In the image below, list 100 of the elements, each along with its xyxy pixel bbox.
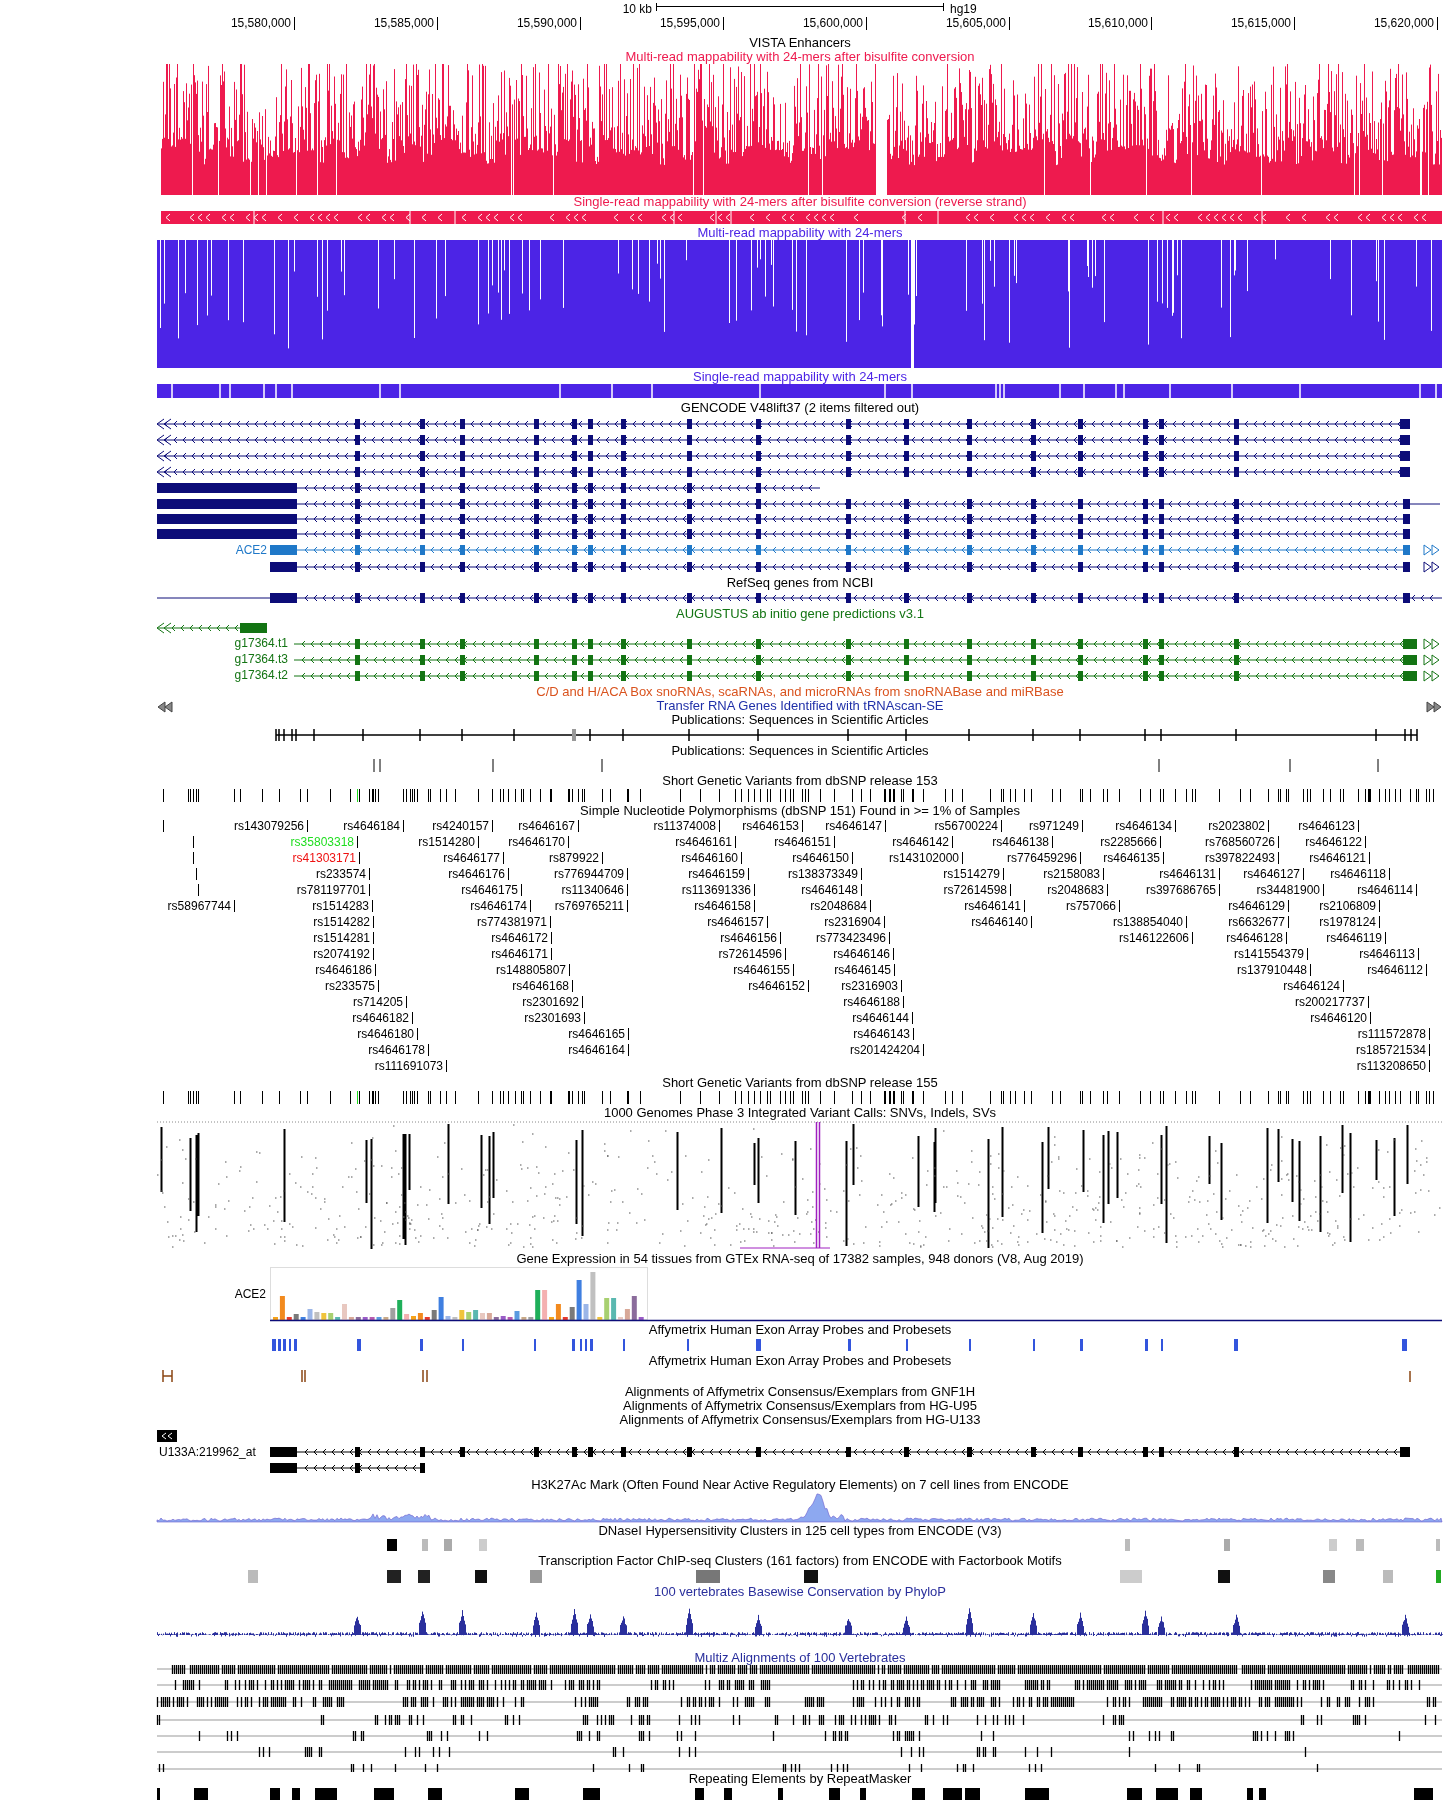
- snp-label: rs776459296: [1006, 852, 1081, 864]
- snp-label: rs4646159: [688, 868, 749, 880]
- track-title: Short Genetic Variants from dbSNP release 155: [662, 1076, 938, 1090]
- snp-label: rs138373349: [787, 868, 862, 880]
- track-title: 100 vertebrates Basewise Conservation by PhyloP: [654, 1585, 946, 1599]
- snp-label: rs4646186: [315, 964, 376, 976]
- snp-label: rs2023802: [1208, 820, 1269, 832]
- snp-label: rs4646161: [675, 836, 736, 848]
- snp-label: rs4646164: [568, 1044, 629, 1056]
- snp-label: rs4646143: [853, 1028, 914, 1040]
- snp-label: rs2285666: [1100, 836, 1161, 848]
- track-title: RefSeq genes from NCBI: [726, 576, 874, 590]
- snp-label: rs397686765: [1145, 884, 1220, 896]
- snp-label: rs4646168: [512, 980, 573, 992]
- snp-label: rs4646114: [1357, 884, 1417, 896]
- snp-label: rs4646170: [508, 836, 569, 848]
- probe-label: U133A:219962_at: [159, 1446, 256, 1459]
- snp-label: rs4646127: [1243, 868, 1304, 880]
- snp-label: rs4646153: [742, 820, 803, 832]
- snp-label: rs11340646: [561, 884, 628, 896]
- snp-label: rs233574: [315, 868, 370, 880]
- snp-label: rs111572878: [1357, 1028, 1430, 1040]
- snp-label: rs143102000: [888, 852, 963, 864]
- snp-label: rs4646156: [720, 932, 781, 944]
- snp-label: rs4646124: [1283, 980, 1344, 992]
- snp-label: rs4646158: [694, 900, 755, 912]
- snp-label: rs773423496: [815, 932, 890, 944]
- snp-label: rs714205: [352, 996, 407, 1008]
- snp-label: rs879922: [548, 852, 603, 864]
- snp-label: rs1514279: [943, 868, 1004, 880]
- snp-label: rs4646172: [491, 932, 552, 944]
- snp-label: rs4646131: [1159, 868, 1220, 880]
- snp-label: rs41303171: [292, 852, 360, 864]
- snp-label: rs4646167: [518, 820, 579, 832]
- snp-tick-mark: [193, 852, 194, 864]
- snp-label: rs2048684: [810, 900, 871, 912]
- snp-label: rs111691073: [374, 1060, 447, 1072]
- snp-label: rs4646177: [443, 852, 504, 864]
- snp-label: rs1978124: [1319, 916, 1380, 928]
- snp-label: rs4646175: [461, 884, 522, 896]
- scale-label: 10 kb: [622, 2, 652, 16]
- gene-label: ACE2: [234, 1288, 266, 1301]
- snp-label: rs1514283: [312, 900, 373, 912]
- track-title: Alignments of Affymetrix Consensus/Exemplars from HG-U95: [623, 1399, 977, 1413]
- track-title: Publications: Sequences in Scientific Articles: [671, 744, 929, 758]
- snp-label: rs4646178: [368, 1044, 429, 1056]
- snp-label: rs2301693: [524, 1012, 585, 1024]
- track-title: Multi-read mappability with 24-mers after bisulfite conversion: [625, 50, 975, 64]
- snp-label: rs4646112: [1367, 964, 1427, 976]
- snp-label: rs6632677: [1228, 916, 1289, 928]
- track-title: AUGUSTUS ab initio gene predictions v3.1: [676, 607, 924, 621]
- snp-label: rs56700224: [934, 820, 1002, 832]
- track-title: Affymetrix Human Exon Array Probes and Probesets: [648, 1323, 952, 1337]
- snp-label: rs2316904: [824, 916, 885, 928]
- track-title: Affymetrix Human Exon Array Probes and Probesets: [648, 1354, 952, 1368]
- snp-label: rs4646118: [1330, 868, 1390, 880]
- snp-label: rs4646135: [1103, 852, 1164, 864]
- snp-label: rs757066: [1065, 900, 1120, 912]
- snp-label: rs4646184: [343, 820, 404, 832]
- snp-label: rs4646121: [1309, 852, 1370, 864]
- snp-label: rs4646180: [357, 1028, 418, 1040]
- snp-label: rs2074192: [313, 948, 374, 960]
- track-title: Publications: Sequences in Scientific Articles: [671, 713, 929, 727]
- track-title: Single-read mappability with 24-mers after bisulfite conversion (reverse strand): [573, 195, 1027, 209]
- snp-label: rs768560726: [1204, 836, 1279, 848]
- snp-tick-mark: [193, 836, 194, 848]
- transcript-label: g17364.t2: [234, 669, 288, 682]
- track-title: DNaseI Hypersensitivity Clusters in 125 cell types from ENCODE (V3): [598, 1524, 1002, 1538]
- snp-label: rs4240157: [432, 820, 493, 832]
- double-right-arrow-icon: [1426, 701, 1442, 713]
- snp-label: rs4646182: [352, 1012, 413, 1024]
- assembly-label: hg19: [950, 2, 977, 16]
- snp-label: rs2316903: [841, 980, 902, 992]
- track-title: Alignments of Affymetrix Consensus/Exemplars from GNF1H: [624, 1385, 976, 1399]
- snp-label: rs1514280: [418, 836, 479, 848]
- snp-label: rs4646157: [707, 916, 768, 928]
- double-left-arrow-icon: [157, 701, 173, 713]
- track-title: Single-read mappability with 24-mers: [693, 370, 907, 384]
- snp-label: rs4646145: [834, 964, 895, 976]
- snp-label: rs397822493: [1204, 852, 1279, 864]
- snp-label: rs200217737: [1294, 996, 1369, 1008]
- snp-label: rs11374008: [653, 820, 720, 832]
- snp-label: rs58967744: [167, 900, 235, 912]
- snp-label: rs4646146: [833, 948, 894, 960]
- snp-label: rs1514282: [313, 916, 374, 928]
- snp-label: rs776944709: [553, 868, 628, 880]
- snp-label: rs35803318: [290, 836, 358, 848]
- snp-label: rs2158083: [1043, 868, 1104, 880]
- snp-label: rs137910448: [1236, 964, 1311, 976]
- snp-label: rs185721534: [1355, 1044, 1430, 1056]
- snp-label: rs2106809: [1319, 900, 1380, 912]
- snp-label: rs4646155: [733, 964, 794, 976]
- snp-label: rs4646129: [1228, 900, 1289, 912]
- track-title: Short Genetic Variants from dbSNP release 153: [662, 774, 938, 788]
- snp-label: rs4646144: [852, 1012, 913, 1024]
- transcript-label: g17364.t1: [234, 637, 288, 650]
- snp-label: rs4646151: [774, 836, 835, 848]
- snp-label: rs72614596: [718, 948, 786, 960]
- snp-label: rs971249: [1028, 820, 1083, 832]
- snp-label: rs143079256: [233, 820, 308, 832]
